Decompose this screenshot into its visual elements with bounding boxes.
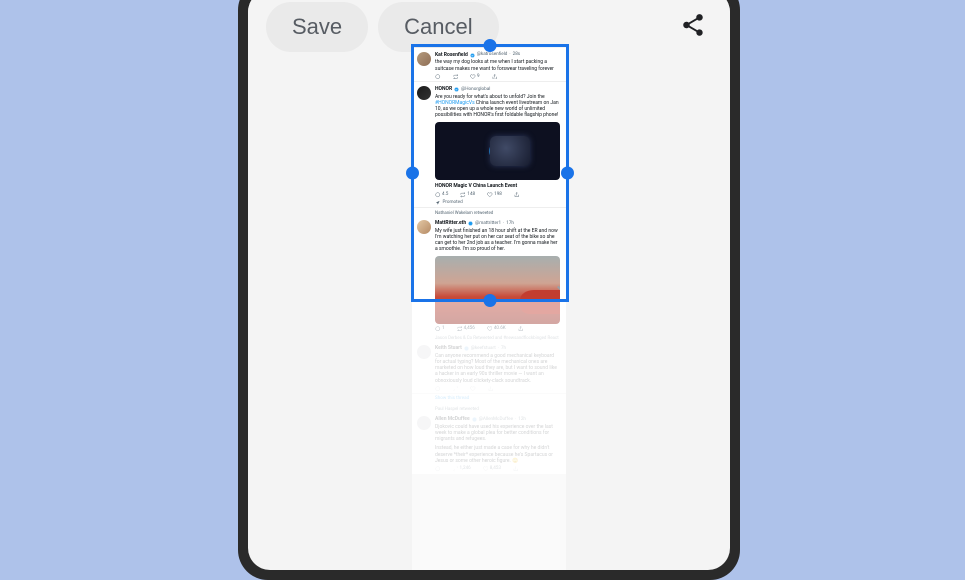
author-handle: @Honorglobal <box>461 87 490 93</box>
share-out-icon <box>492 74 498 80</box>
avatar <box>417 345 431 359</box>
retweet-button[interactable]: 148 <box>460 192 475 198</box>
like-button[interactable]: 40.6K <box>487 326 506 332</box>
tweet-time: 17h <box>506 221 514 227</box>
media-caption: HONOR Magic V China Launch Event <box>435 180 560 190</box>
tweet-actions <box>435 386 560 392</box>
tweet-text: Instead, he either just made a case for … <box>435 445 560 464</box>
tweet-time: 12h <box>518 417 526 423</box>
verified-icon <box>464 346 469 351</box>
tweet-actions: 1 4,456 40.6K <box>435 326 560 332</box>
retweet-button[interactable]: 4,456 <box>457 326 475 332</box>
tweet-actions: 1,246 8,453 <box>435 466 560 472</box>
retweet-label: Nathaniel Wakelam retweeted <box>412 208 566 216</box>
tweet[interactable]: MattRitter.eth @mattritter1 · 17h My wif… <box>412 216 566 333</box>
promoted-badge: Promoted <box>435 200 560 206</box>
tweet[interactable]: Kat Rosenfield @katrosenfield · 28s the … <box>412 48 566 82</box>
tweet[interactable]: Allen McDuffee @AllenMcDuffee · 12h Djok… <box>412 412 566 473</box>
verified-icon <box>470 53 475 58</box>
author-name: Keith Stuart <box>435 345 462 351</box>
avatar <box>417 86 431 100</box>
author-handle: @katrosenfield <box>477 52 508 58</box>
like-button[interactable]: 198 <box>487 192 502 198</box>
retweet-button[interactable] <box>453 74 459 80</box>
screenshot-content: Kat Rosenfield @katrosenfield · 28s the … <box>412 48 566 474</box>
video-card[interactable] <box>435 122 560 180</box>
crop-handle-bottom[interactable] <box>484 294 497 307</box>
save-button[interactable]: Save <box>266 2 368 52</box>
tweet-text: Can anyone recommend a good mechanical k… <box>435 353 560 384</box>
author-handle: @keefstuart <box>471 346 496 352</box>
like-button[interactable]: 9 <box>470 74 480 80</box>
author-handle: @AllenMcDuffee <box>479 417 513 423</box>
share-tweet-button[interactable] <box>514 192 520 198</box>
device-screen: Save Cancel Kat Rosenfield @katrosenfiel… <box>248 0 730 570</box>
verified-icon <box>472 417 477 422</box>
image-card[interactable] <box>435 256 560 324</box>
next-image-button[interactable] <box>548 280 560 309</box>
share-tweet-button[interactable] <box>492 74 498 80</box>
reply-button[interactable] <box>435 74 441 80</box>
tweet-text: Djokovic could have used his experience … <box>435 424 560 443</box>
tweet[interactable]: Keith Stuart @keefstuart · 7h Can anyone… <box>412 341 566 394</box>
avatar <box>417 220 431 234</box>
avatar <box>417 416 431 430</box>
author-name: Allen McDuffee <box>435 416 470 422</box>
verified-icon <box>454 87 459 92</box>
tweet-text: the way my dog looks at me when I start … <box>435 59 560 72</box>
promoted-icon <box>435 200 441 206</box>
tweet[interactable]: HONOR @Honorglobal Are you ready for wha… <box>412 82 566 208</box>
author-name: MattRitter.eth <box>435 220 466 226</box>
author-name: Kat Rosenfield <box>435 52 468 58</box>
author-handle: @mattritter1 <box>475 221 501 227</box>
verified-icon <box>468 221 473 226</box>
share-tweet-button[interactable] <box>518 326 524 332</box>
reply-icon <box>435 74 441 80</box>
tweet-time: 7h <box>501 346 506 352</box>
retweet-icon <box>453 74 459 80</box>
tweet-text: My wife just finished an 18 hour shift a… <box>435 228 560 253</box>
crop-handle-left[interactable] <box>406 167 419 180</box>
tweet-actions: 9 <box>435 74 560 80</box>
crop-handle-top[interactable] <box>484 39 497 52</box>
share-icon <box>680 12 706 38</box>
device-frame: Save Cancel Kat Rosenfield @katrosenfiel… <box>238 0 740 580</box>
share-button[interactable] <box>674 6 712 48</box>
reply-button[interactable]: 1 <box>435 326 445 332</box>
author-name: HONOR <box>435 86 452 92</box>
retweet-label: Jason Derbes & Co Retweeted and #newsand… <box>412 333 566 341</box>
retweet-label: Paul Haspel retweeted <box>412 404 566 412</box>
tweet-text: Are you ready for what's about to unfold… <box>435 94 560 119</box>
avatar <box>417 52 431 66</box>
reply-button[interactable]: 4.5 <box>435 192 448 198</box>
show-thread-link[interactable]: Show this thread <box>412 394 566 404</box>
heart-icon <box>470 74 476 80</box>
tweet-actions: 4.5 148 198 <box>435 192 560 198</box>
tweet-time: 28s <box>513 52 521 58</box>
crop-handle-right[interactable] <box>561 167 574 180</box>
cancel-button[interactable]: Cancel <box>378 2 498 52</box>
